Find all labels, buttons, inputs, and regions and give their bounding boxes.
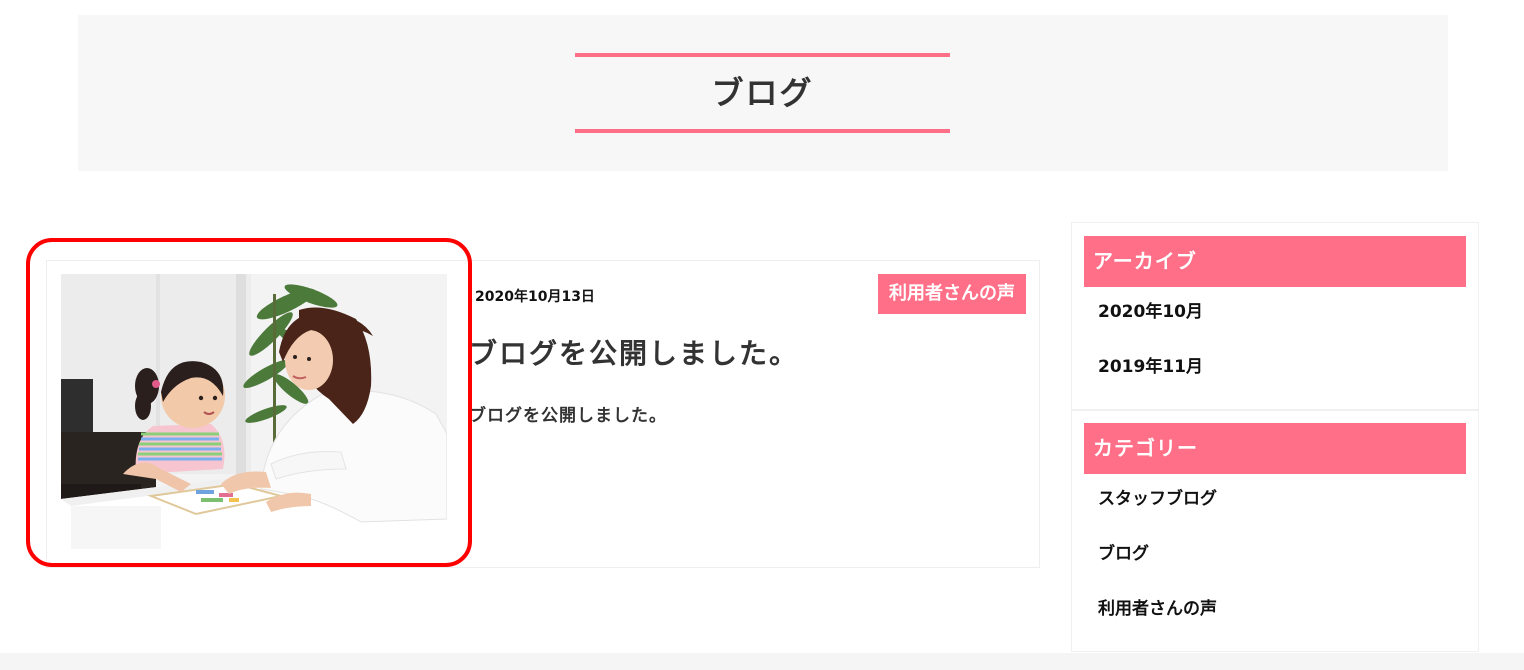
archive-list: 2020年10月 2019年11月	[1098, 300, 1203, 410]
category-widget: カテゴリー スタッフブログ ブログ 利用者さんの声	[1071, 410, 1479, 652]
post-card[interactable]: 2020年10月13日 利用者さんの声 ブログを公開しました。 ブログを公開しま…	[46, 260, 1040, 568]
category-item[interactable]: ブログ	[1098, 542, 1217, 597]
post-date: 2020年10月13日	[475, 289, 595, 305]
archive-item[interactable]: 2019年11月	[1098, 355, 1203, 410]
post-category-badge[interactable]: 利用者さんの声	[878, 274, 1026, 314]
archive-item[interactable]: 2020年10月	[1098, 300, 1203, 355]
footer-band	[0, 653, 1524, 670]
category-item[interactable]: スタッフブログ	[1098, 487, 1217, 542]
archive-widget: アーカイブ 2020年10月 2019年11月	[1071, 222, 1479, 410]
category-list: スタッフブログ ブログ 利用者さんの声	[1098, 487, 1217, 652]
post-title[interactable]: ブログを公開しました。	[469, 332, 799, 372]
category-widget-title: カテゴリー	[1084, 423, 1466, 474]
page-title: ブログ	[711, 74, 814, 112]
page-header: ブログ	[78, 15, 1448, 171]
category-item[interactable]: 利用者さんの声	[1098, 597, 1217, 652]
post-excerpt: ブログを公開しました。	[469, 406, 667, 426]
post-thumbnail[interactable]	[61, 274, 447, 549]
teacher-and-child-photo	[61, 274, 447, 549]
page-title-frame: ブログ	[575, 53, 950, 133]
archive-widget-title: アーカイブ	[1084, 236, 1466, 287]
